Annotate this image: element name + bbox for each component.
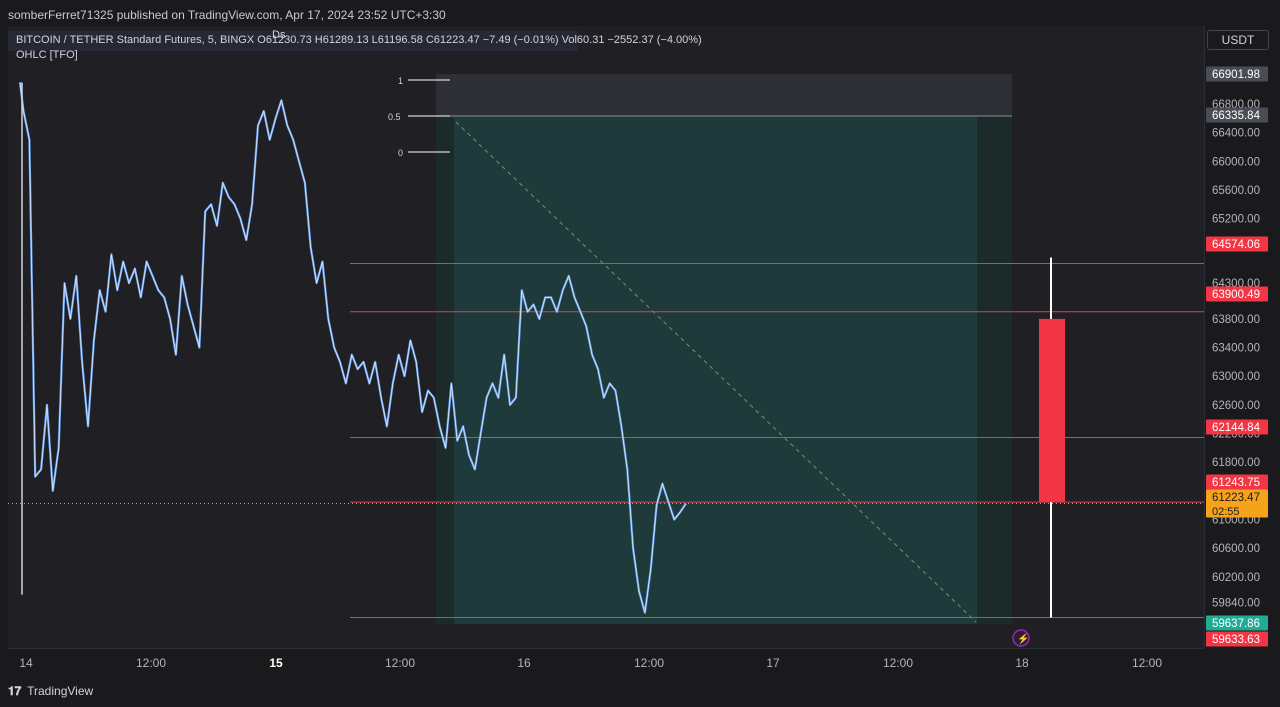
tradingview-logo[interactable]: 𝟏𝟕 TradingView — [8, 684, 93, 699]
indicator-legend[interactable]: OHLC [TFO] — [16, 49, 78, 61]
currency-button[interactable]: USDT — [1207, 30, 1269, 50]
symbol-legend[interactable]: BITCOIN / TETHER Standard Futures, 5, BI… — [16, 34, 702, 46]
tradingview-logo-icon: 𝟏𝟕 — [8, 684, 22, 698]
chart-area[interactable] — [8, 26, 1204, 648]
price-axis[interactable] — [1204, 26, 1280, 648]
top-bar: somberFerret71325 published on TradingVi… — [0, 0, 1280, 26]
time-axis[interactable] — [8, 648, 1204, 679]
publish-info: somberFerret71325 published on TradingVi… — [8, 8, 446, 22]
tradingview-brand: TradingView — [27, 684, 94, 698]
